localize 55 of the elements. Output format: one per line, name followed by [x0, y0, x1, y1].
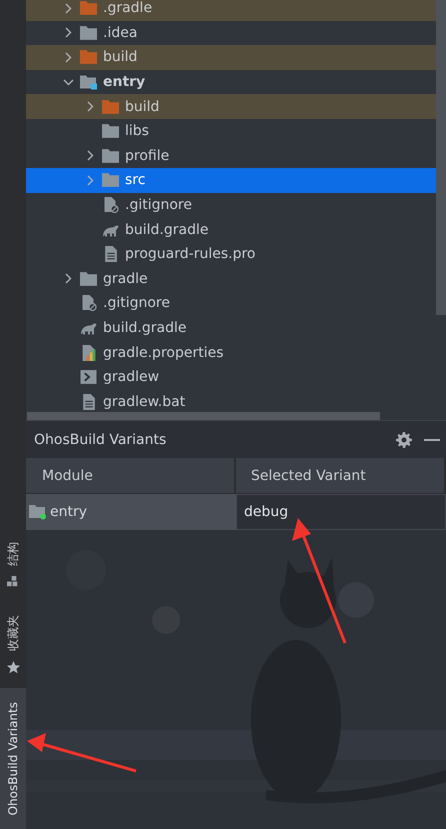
- folder-icon: [80, 49, 97, 66]
- settings-icon[interactable]: [396, 432, 412, 448]
- chevron-right-icon: [85, 101, 96, 112]
- terminal-icon: [80, 369, 97, 386]
- folder-icon: [102, 98, 119, 115]
- chevron-right-icon: [63, 52, 74, 63]
- tree-item[interactable]: .gradle: [26, 0, 436, 21]
- text-file-icon: [80, 394, 97, 410]
- ignored-file-icon: [80, 295, 97, 312]
- folder-icon: [80, 270, 97, 287]
- tool-window-tab[interactable]: OhosBuild Variants: [0, 688, 26, 829]
- star-icon: [6, 661, 20, 674]
- chevron-right-icon: [63, 273, 74, 284]
- folder-icon: [102, 123, 119, 140]
- folder-icon: [80, 0, 97, 16]
- tree-item[interactable]: gradle.properties: [26, 340, 436, 365]
- module-folder-icon: [29, 504, 46, 520]
- tree-item[interactable]: build.gradle: [26, 217, 436, 242]
- chevron-right-icon: [85, 150, 96, 162]
- table-cell: entry: [50, 504, 88, 520]
- column-header[interactable]: Module: [26, 458, 236, 494]
- tree-item[interactable]: src: [26, 168, 436, 193]
- minimize-icon[interactable]: [424, 438, 440, 442]
- tree-item[interactable]: gradlew: [26, 364, 436, 390]
- tree-item[interactable]: profile: [26, 144, 436, 168]
- tree-item[interactable]: build: [26, 45, 436, 70]
- properties-file-icon: [80, 344, 97, 361]
- tree-item[interactable]: gradlew.bat: [26, 390, 436, 414]
- column-header[interactable]: Selected Variant: [236, 458, 446, 494]
- folder-icon: [80, 24, 97, 41]
- chevron-right-icon: [85, 174, 96, 186]
- tool-window-tab[interactable]: 结构: [0, 536, 26, 595]
- tree-item[interactable]: libs: [26, 118, 436, 144]
- structure-icon: [6, 576, 20, 589]
- ignored-file-icon: [102, 197, 119, 214]
- chevron-right-icon: [63, 27, 74, 38]
- tree-item[interactable]: proguard-rules.pro: [26, 242, 436, 267]
- folder-icon: [102, 148, 119, 164]
- tree-item[interactable]: entry: [26, 70, 436, 94]
- scrollbar[interactable]: [27, 412, 380, 420]
- table-cell[interactable]: debug: [236, 494, 446, 530]
- text-file-icon: [102, 246, 119, 262]
- scrollbar[interactable]: [436, 0, 446, 315]
- chevron-right-icon: [63, 2, 74, 14]
- tree-item[interactable]: .gitignore: [26, 192, 436, 218]
- tree-item[interactable]: build: [26, 94, 436, 119]
- tree-item[interactable]: gradle: [26, 266, 436, 292]
- tree-item[interactable]: .gitignore: [26, 291, 436, 316]
- tool-window-tab[interactable]: 收藏夹: [0, 609, 26, 680]
- panel-title: OhosBuild Variants: [34, 432, 168, 448]
- folder-icon: [102, 172, 119, 188]
- tree-item[interactable]: .idea: [26, 20, 436, 46]
- tree-item[interactable]: build.gradle: [26, 316, 436, 340]
- chevron-down-icon: [63, 76, 74, 88]
- module-folder-icon: [80, 74, 97, 90]
